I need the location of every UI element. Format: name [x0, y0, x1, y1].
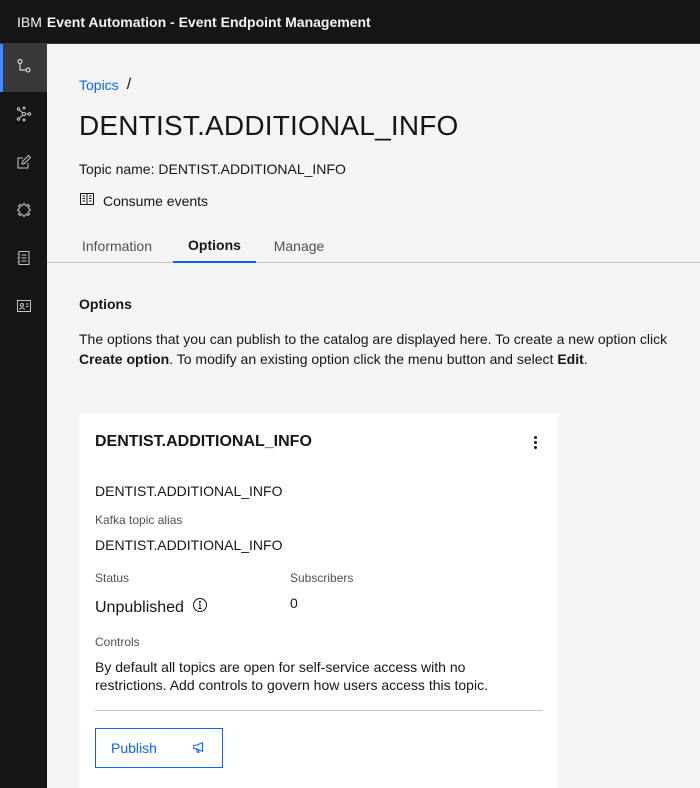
brand-name[interactable]: IBM: [17, 14, 42, 30]
options-description: The options that you can publish to the …: [79, 329, 699, 369]
overflow-menu-button[interactable]: [527, 434, 543, 450]
sidebar-item-puzzle[interactable]: [0, 188, 47, 236]
option-card-title: DENTIST.ADDITIONAL_INFO: [95, 433, 312, 450]
publish-label: Publish: [111, 740, 157, 756]
network-icon: [16, 106, 32, 127]
options-desc-text-2: . To modify an existing option click the…: [169, 351, 558, 367]
catalog-icon: [16, 250, 32, 271]
sidebar-item-catalog[interactable]: [0, 236, 47, 284]
sidebar: [0, 44, 47, 788]
breadcrumb-topics-link[interactable]: Topics: [79, 77, 119, 93]
card-divider: [95, 710, 543, 711]
consume-events-link[interactable]: Consume events: [79, 191, 208, 210]
alias-label: Kafka topic alias: [95, 513, 183, 527]
options-desc-text-1: The options that you can publish to the …: [79, 331, 668, 347]
status-text: Unpublished: [95, 598, 184, 616]
main-content: Topics / DENTIST.ADDITIONAL_INFO Topic n…: [47, 44, 700, 788]
app-header: IBM Event Automation - Event Endpoint Ma…: [0, 0, 700, 44]
controls-label: Controls: [95, 635, 140, 649]
overflow-menu-icon: [533, 435, 537, 439]
puzzle-icon: [16, 202, 32, 223]
information-icon[interactable]: [184, 597, 208, 618]
page-title: DENTIST.ADDITIONAL_INFO: [79, 110, 459, 141]
tab-options[interactable]: Options: [173, 229, 256, 263]
product-name[interactable]: Event Automation - Event Endpoint Manage…: [47, 14, 371, 30]
topic-name: Topic name: DENTIST.ADDITIONAL_INFO: [79, 161, 346, 177]
subscribers-value: 0: [290, 595, 298, 611]
publish-button[interactable]: Publish: [95, 728, 223, 768]
tab-information[interactable]: Information: [79, 229, 155, 263]
breadcrumb-separator: /: [126, 76, 132, 93]
sidebar-item-topics[interactable]: [0, 44, 47, 92]
edit-text: Edit: [557, 351, 584, 367]
create-option-text: Create option: [79, 351, 170, 367]
identification-icon: [16, 298, 32, 319]
options-desc-text-3: .: [583, 351, 588, 367]
option-name: DENTIST.ADDITIONAL_INFO: [95, 483, 283, 499]
tab-manage[interactable]: Manage: [273, 229, 325, 263]
sidebar-item-identification[interactable]: [0, 284, 47, 332]
option-card: DENTIST.ADDITIONAL_INFO DENTIST.ADDITION…: [79, 414, 558, 788]
sidebar-item-network[interactable]: [0, 92, 47, 140]
tabs: Information Options Manage: [47, 229, 700, 263]
options-section-title: Options: [79, 296, 132, 312]
breadcrumb: Topics /: [79, 76, 131, 94]
edit-icon: [16, 154, 32, 175]
alias-value: DENTIST.ADDITIONAL_INFO: [95, 537, 283, 553]
status-value: Unpublished: [95, 597, 208, 618]
status-label: Status: [95, 571, 130, 585]
megaphone-icon: [192, 740, 206, 757]
subscribers-label: Subscribers: [290, 571, 354, 585]
sidebar-item-edit[interactable]: [0, 140, 47, 188]
book-icon: [79, 191, 103, 210]
consume-events-label: Consume events: [103, 192, 209, 209]
controls-description: By default all topics are open for self-…: [95, 659, 488, 693]
topics-icon: [16, 58, 32, 79]
